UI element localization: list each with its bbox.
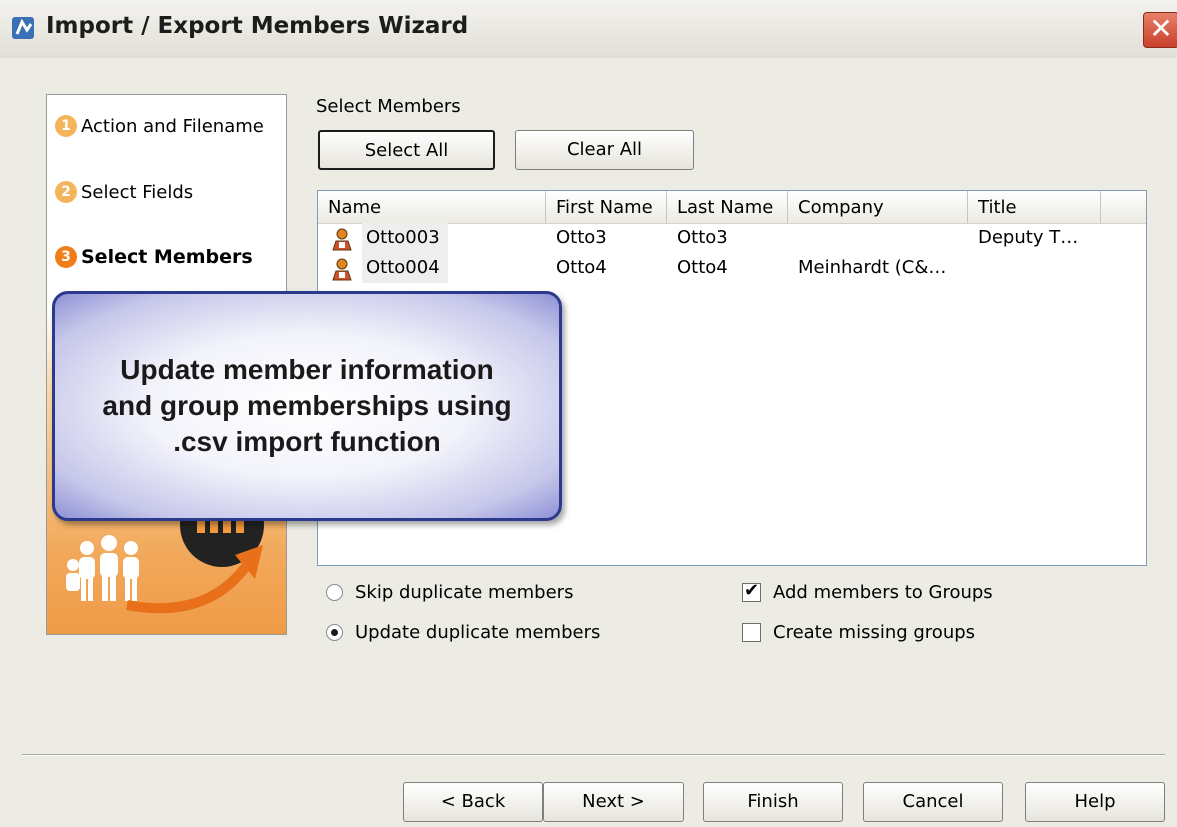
app-icon: [12, 17, 34, 39]
step-number-icon: 3: [55, 246, 77, 268]
step-label: Select Fields: [81, 181, 194, 203]
list-header: Name First Name Last Name Company Title: [318, 191, 1146, 224]
member-icon: [332, 258, 352, 281]
help-button[interactable]: Help: [1025, 782, 1165, 822]
cell-first-name: Otto3: [556, 227, 607, 248]
update-duplicates-label: Update duplicate members: [355, 622, 601, 643]
cell-name: Otto003: [362, 223, 448, 253]
window-title: Import / Export Members Wizard: [46, 13, 469, 39]
title-bar: Import / Export Members Wizard ✕: [0, 0, 1177, 58]
column-header-company[interactable]: Company: [788, 191, 968, 223]
column-header-name[interactable]: Name: [318, 191, 546, 223]
member-icon: [332, 228, 352, 251]
back-button[interactable]: < Back: [403, 782, 543, 822]
add-to-groups-checkbox[interactable]: [742, 580, 761, 602]
column-header-first-name[interactable]: First Name: [546, 191, 667, 223]
step-number-icon: 1: [55, 115, 77, 137]
step-label: Action and Filename: [81, 115, 264, 137]
step-select-members: 3 Select Members: [55, 246, 253, 268]
select-all-button[interactable]: Select All: [318, 130, 495, 170]
select-members-heading: Select Members: [316, 96, 461, 117]
info-callout: Update member information and group memb…: [52, 291, 562, 521]
create-missing-groups-checkbox[interactable]: [742, 623, 761, 642]
cell-title: Deputy T…: [978, 227, 1079, 248]
clear-all-button[interactable]: Clear All: [515, 130, 694, 170]
update-duplicates-option[interactable]: Update duplicate members: [326, 622, 600, 643]
table-row[interactable]: Otto004 Otto4 Otto4 Meinhardt (C&…: [318, 253, 1146, 283]
curved-arrow-icon: [126, 545, 263, 614]
column-header-last-name[interactable]: Last Name: [667, 191, 788, 223]
add-to-groups-label: Add members to Groups: [773, 582, 993, 603]
cell-first-name: Otto4: [556, 257, 607, 278]
footer-divider: [22, 754, 1165, 756]
update-duplicates-radio[interactable]: [326, 624, 343, 641]
step-number-icon: 2: [55, 181, 77, 203]
cell-last-name: Otto4: [677, 257, 728, 278]
close-button[interactable]: ✕: [1143, 12, 1177, 48]
column-header-title[interactable]: Title: [968, 191, 1101, 223]
cell-name: Otto004: [362, 253, 448, 283]
create-missing-groups-option[interactable]: Create missing groups: [742, 622, 975, 643]
skip-duplicates-radio[interactable]: [326, 584, 343, 601]
cell-company: Meinhardt (C&…: [798, 257, 947, 278]
step-action-and-filename: 1 Action and Filename: [55, 115, 264, 137]
callout-text: Update member information and group memb…: [102, 354, 512, 457]
cancel-button[interactable]: Cancel: [863, 782, 1003, 822]
skip-duplicates-option[interactable]: Skip duplicate members: [326, 582, 573, 603]
cell-last-name: Otto3: [677, 227, 728, 248]
skip-duplicates-label: Skip duplicate members: [355, 582, 574, 603]
finish-button[interactable]: Finish: [703, 782, 843, 822]
next-button[interactable]: Next >: [543, 782, 684, 822]
table-row[interactable]: Otto003 Otto3 Otto3 Deputy T…: [318, 223, 1146, 253]
column-header-filler: [1101, 191, 1146, 223]
create-missing-groups-label: Create missing groups: [773, 622, 976, 643]
step-select-fields: 2 Select Fields: [55, 181, 193, 203]
step-label: Select Members: [81, 246, 253, 268]
add-to-groups-option[interactable]: Add members to Groups: [742, 580, 993, 603]
